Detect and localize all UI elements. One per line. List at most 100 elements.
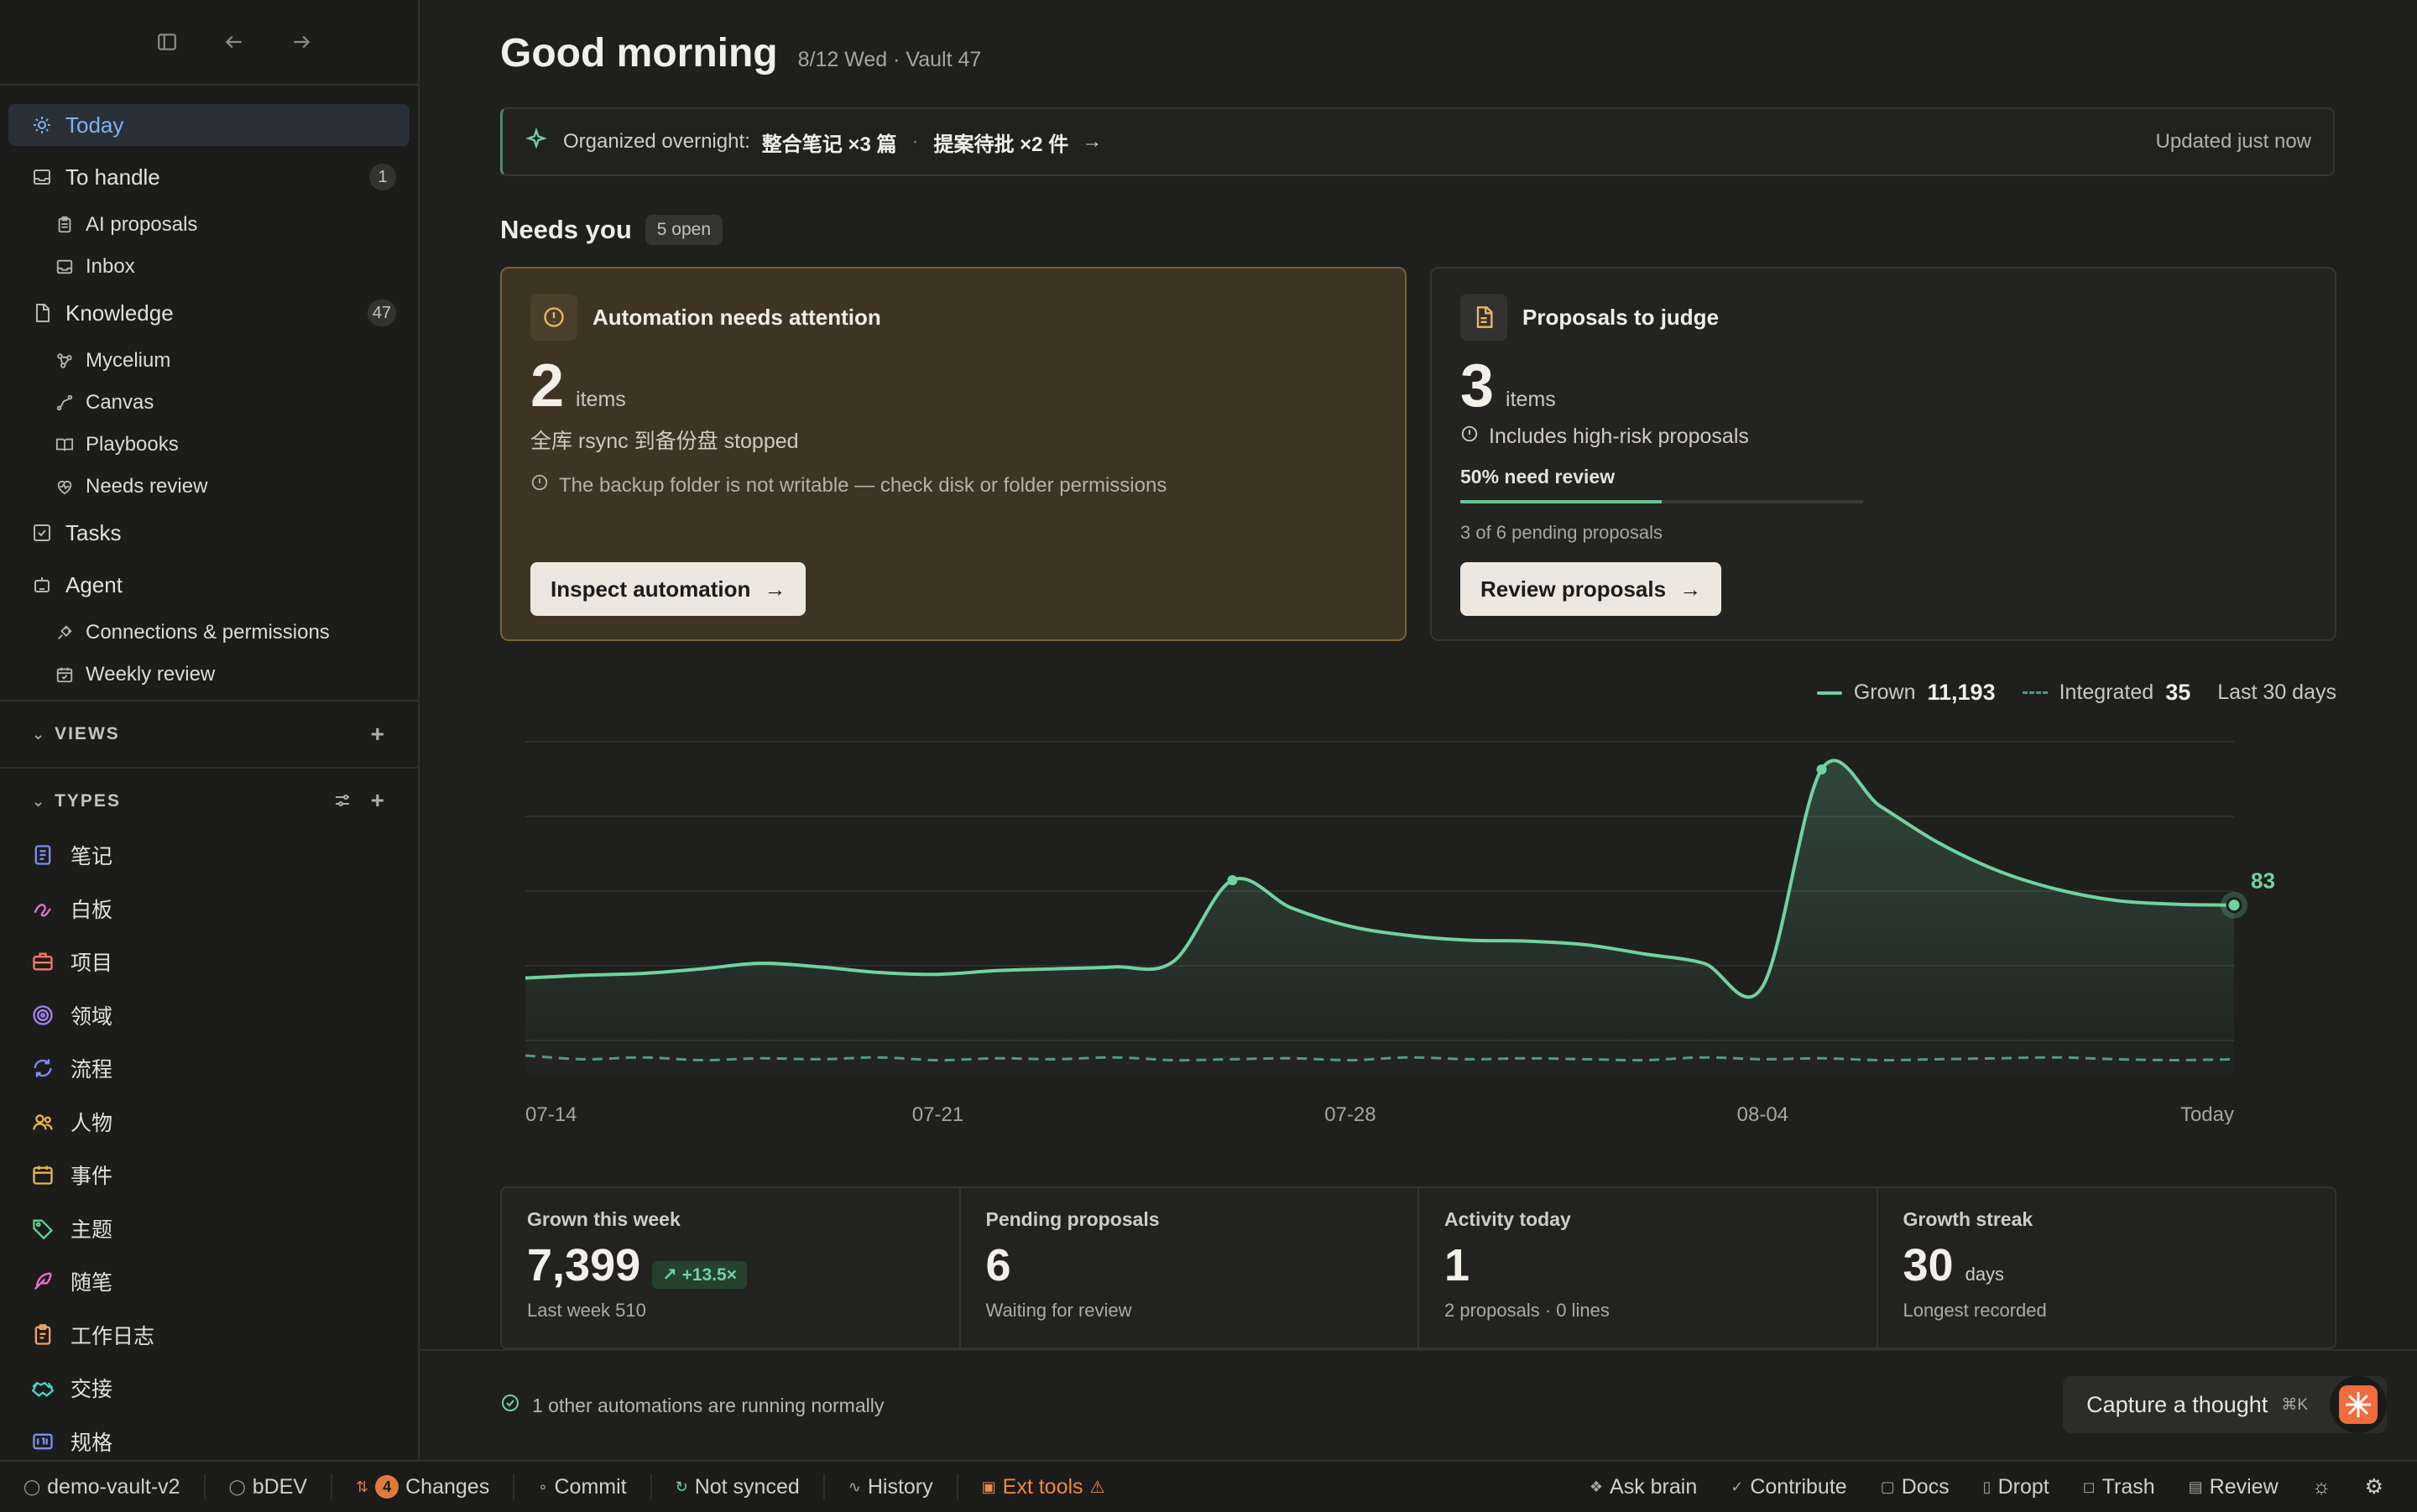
type-item-11[interactable]: 规格 [30, 1421, 418, 1462]
branch-name[interactable]: ◯ bDEV [206, 1474, 333, 1499]
type-item-9[interactable]: 工作日志 [30, 1314, 418, 1356]
sliders-icon[interactable] [332, 790, 352, 816]
card-title: Proposals to judge [1522, 304, 1720, 330]
type-item-6[interactable]: 事件 [30, 1154, 418, 1196]
sidebar-item-connections[interactable]: Connections & permissions [8, 616, 410, 649]
peak-point[interactable] [1816, 764, 1827, 774]
sync-item[interactable]: ↻ Not synced [652, 1474, 825, 1499]
overnight-banner[interactable]: Organized overnight: 整合笔记 ×3 篇 · 提案待批 ×2… [500, 107, 2335, 176]
review-proposals-button[interactable]: Review proposals → [1460, 562, 1722, 616]
status-contribute[interactable]: ✓ Contribute [1714, 1474, 1863, 1499]
sidebar-item-agent[interactable]: Agent [8, 564, 410, 606]
add-type-icon[interactable]: + [371, 787, 386, 816]
type-item-8[interactable]: 随笔 [30, 1260, 418, 1302]
ok-message: 1 other automations are running normally [500, 1393, 884, 1418]
inspect-automation-button[interactable]: Inspect automation → [530, 562, 807, 616]
vault-name[interactable]: ◯ demo-vault-v2 [0, 1474, 206, 1499]
handshake-icon [30, 1375, 55, 1400]
type-item-3[interactable]: 领域 [30, 994, 418, 1036]
capture-thought-button[interactable]: Capture a thought ⌘K [2063, 1376, 2387, 1433]
refresh-icon [30, 1056, 55, 1081]
sidebar-item-label: Agent [65, 571, 123, 597]
sidebar-item-mycelium[interactable]: Mycelium [8, 344, 410, 378]
arrow-right-icon: → [1679, 576, 1702, 602]
type-item-10[interactable]: 交接 [30, 1367, 418, 1409]
type-item-4[interactable]: 流程 [30, 1047, 418, 1089]
banner-item-1[interactable]: 整合笔记 ×3 篇 [762, 128, 897, 157]
views-section-header[interactable]: ⌄ VIEWS + [0, 700, 418, 767]
brain-logo-icon[interactable] [2330, 1376, 2387, 1433]
cube-icon: ◯ [228, 1478, 246, 1495]
legend-range[interactable]: Last 30 days [2217, 680, 2336, 705]
sidebar-item-knowledge[interactable]: Knowledge 47 [8, 292, 410, 334]
banner-item-2[interactable]: 提案待批 ×2 件 [934, 128, 1069, 157]
status-ask-brain[interactable]: ❖ Ask brain [1573, 1474, 1714, 1499]
needs-you-header: Needs you 5 open [500, 215, 723, 245]
changes-item[interactable]: ⇅ 4 Changes [332, 1474, 515, 1499]
legend-integrated-label: Integrated [2059, 680, 2154, 704]
legend-grown-value: 11,193 [1927, 680, 1996, 705]
legend-swatch-integrated [2022, 691, 2048, 694]
commit-item[interactable]: ∘ Commit [514, 1474, 652, 1499]
sidebar-item-inbox[interactable]: Inbox [8, 250, 410, 284]
status-review[interactable]: ▤ Review [2172, 1474, 2295, 1499]
sidebar-item-label: Inbox [86, 255, 135, 278]
sidebar-item-today[interactable]: Today [8, 104, 410, 146]
gear-icon[interactable]: ⚙ [2348, 1474, 2400, 1499]
info-icon [530, 473, 549, 498]
x-tick-label: 08-04 [1737, 1103, 1788, 1124]
sidebar-item-label: Knowledge [65, 300, 174, 326]
peak-point[interactable] [1227, 875, 1238, 885]
tool-icon: ▣ [981, 1478, 996, 1495]
legend-grown-label: Grown [1853, 680, 1916, 704]
type-item-5[interactable]: 人物 [30, 1101, 418, 1143]
status-dropt[interactable]: ▯ Dropt [1966, 1474, 2066, 1499]
sidebar-toggle-icon[interactable] [150, 25, 184, 59]
back-arrow-icon[interactable] [217, 25, 251, 59]
inbox-icon [30, 165, 54, 189]
open-count-pill: 5 open [645, 215, 723, 245]
path-icon [54, 392, 76, 414]
add-view-icon[interactable]: + [371, 721, 386, 748]
type-label: 人物 [70, 1111, 113, 1135]
arrow-right-icon[interactable]: → [1082, 130, 1102, 154]
date-meta: 8/12 Wed · Vault 47 [797, 48, 982, 71]
automation-card: Automation needs attention 2 items 全库 rs… [500, 267, 1407, 641]
history-item[interactable]: ∿ History [825, 1474, 958, 1499]
status-docs[interactable]: ▢ Docs [1864, 1474, 1966, 1499]
warning-icon: ⚠ [1089, 1478, 1105, 1497]
sidebar-item-playbooks[interactable]: Playbooks [8, 428, 410, 461]
x-tick-label: 07-28 [1324, 1103, 1376, 1124]
type-item-7[interactable]: 主题 [30, 1207, 418, 1249]
forward-arrow-icon[interactable] [285, 25, 318, 59]
end-value-label: 83 [2251, 868, 2275, 894]
end-point[interactable] [2226, 897, 2242, 914]
sidebar-item-to-handle[interactable]: To handle 1 [8, 156, 410, 198]
type-item-2[interactable]: 项目 [30, 941, 418, 983]
spec-icon [30, 1429, 55, 1454]
sidebar-item-weekly-review[interactable]: Weekly review [8, 658, 410, 691]
status-trash[interactable]: ◻ Trash [2066, 1474, 2172, 1499]
clipboard-icon [54, 214, 76, 236]
sidebar-item-tasks[interactable]: Tasks [8, 512, 410, 554]
theme-toggle-icon[interactable]: ☼ [2295, 1474, 2348, 1499]
stat-unit: days [1965, 1264, 2005, 1285]
type-item-1[interactable]: 白板 [30, 888, 418, 930]
type-label: 工作日志 [70, 1324, 155, 1348]
sidebar-item-needs-review[interactable]: Needs review [8, 470, 410, 503]
type-item-0[interactable]: 笔记 [30, 834, 418, 876]
status-bar: ◯ demo-vault-v2 ◯ bDEV ⇅ 4 Changes ∘ Commit ↻… [0, 1460, 2417, 1512]
sidebar-item-canvas[interactable]: Canvas [8, 386, 410, 420]
chevron-down-icon: ⌄ [32, 725, 47, 743]
graph-icon [54, 350, 76, 372]
sidebar-item-ai-proposals[interactable]: AI proposals [8, 208, 410, 242]
ext-tools-item[interactable]: ▣ Ext tools ⚠ [958, 1474, 1129, 1499]
sidebar-item-label: Playbooks [86, 433, 179, 456]
page-title: Good morning [500, 31, 778, 76]
progress-sub: 3 of 6 pending proposals [1460, 522, 1663, 543]
trend-up-icon: ↗ [662, 1265, 677, 1285]
type-label: 笔记 [70, 845, 113, 868]
types-section-header[interactable]: ⌄ TYPES + [0, 767, 418, 834]
commit-icon: ∘ [538, 1478, 548, 1495]
arrow-right-icon: → [764, 576, 786, 602]
